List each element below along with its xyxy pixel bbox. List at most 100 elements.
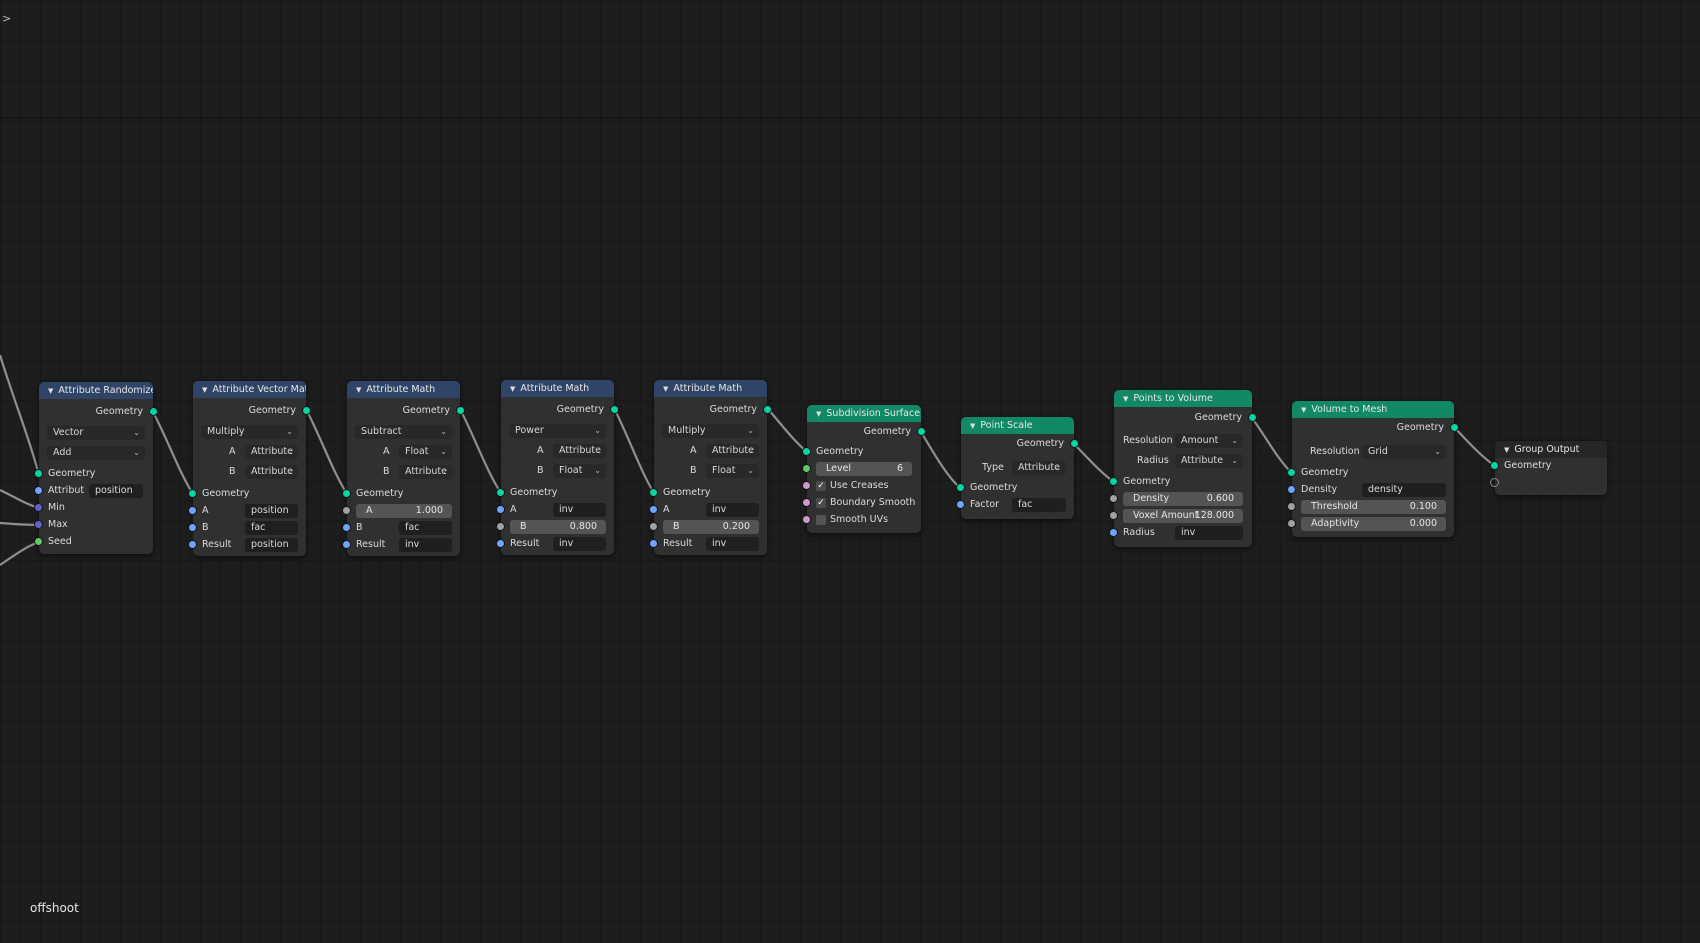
node-subdivision-surface[interactable]: ▼ Subdivision Surface Geometry Geometry L… — [802, 405, 926, 533]
collapse-icon[interactable]: ▼ — [202, 382, 207, 398]
output-geometry-socket[interactable] — [763, 405, 772, 414]
node-header[interactable]: ▼ Attribute Vector Math — [193, 381, 306, 398]
output-geometry-socket[interactable] — [610, 405, 619, 414]
radius-field[interactable]: inv — [1175, 526, 1243, 540]
input-geometry-socket[interactable] — [342, 489, 351, 498]
node-header[interactable]: ▼ Attribute Math — [347, 381, 460, 398]
output-geometry-socket[interactable] — [302, 406, 311, 415]
input-geometry-socket[interactable] — [34, 469, 43, 478]
level-socket[interactable] — [802, 464, 811, 473]
input-geometry-socket[interactable] — [1287, 468, 1296, 477]
a-type-dropdown[interactable]: Attribute ⌄ — [553, 444, 606, 458]
node-header[interactable]: ▼ Attribute Math — [501, 380, 614, 397]
node-attribute-randomize[interactable]: ▼ Attribute Randomize Geometry Vector ⌄ Ad… — [34, 382, 158, 554]
input-geometry-socket[interactable] — [649, 488, 658, 497]
result-field[interactable]: inv — [553, 537, 606, 551]
result-socket[interactable] — [342, 540, 351, 549]
result-field[interactable]: inv — [399, 538, 452, 552]
boundary-smooth-checkbox[interactable]: ✓ — [816, 498, 826, 508]
a-number-field[interactable]: A 1.000 — [356, 504, 452, 518]
node-attribute-math-multiply[interactable]: ▼ Attribute Math Geometry Multiply ⌄ A Attr… — [649, 380, 772, 555]
collapse-icon[interactable]: ▼ — [510, 381, 515, 397]
node-points-to-volume[interactable]: ▼ Points to Volume Geometry Resolution Amo… — [1109, 390, 1257, 547]
input-geometry-socket[interactable] — [188, 489, 197, 498]
min-socket[interactable] — [34, 503, 43, 512]
collapse-icon[interactable]: ▼ — [663, 381, 668, 397]
output-geometry-socket[interactable] — [149, 407, 158, 416]
collapse-icon[interactable]: ▼ — [1123, 391, 1128, 407]
output-geometry-socket[interactable] — [1248, 413, 1257, 422]
b-number-field[interactable]: B 0.200 — [663, 520, 759, 534]
b-type-dropdown[interactable]: Attribute ⌄ — [399, 465, 452, 479]
radius-mode-dropdown[interactable]: Attribute ⌄ — [1175, 454, 1243, 468]
resolution-dropdown[interactable]: Amount ⌄ — [1175, 434, 1243, 448]
type-dropdown[interactable]: Attribute ⌄ — [1012, 461, 1066, 475]
a-socket[interactable] — [188, 506, 197, 515]
use-creases-socket[interactable] — [802, 481, 811, 490]
output-geometry-socket[interactable] — [456, 406, 465, 415]
input-geometry-socket[interactable] — [1109, 477, 1118, 486]
operation-dropdown[interactable]: Add ⌄ — [47, 446, 145, 460]
a-field[interactable]: inv — [553, 503, 606, 517]
node-header[interactable]: ▼ Volume to Mesh — [1292, 401, 1454, 418]
output-geometry-socket[interactable] — [1070, 439, 1079, 448]
b-number-field[interactable]: B 0.800 — [510, 520, 606, 534]
smooth-uvs-socket[interactable] — [802, 515, 811, 524]
density-socket[interactable] — [1109, 494, 1118, 503]
input-geometry-socket[interactable] — [802, 447, 811, 456]
collapse-icon[interactable]: ▼ — [356, 382, 361, 398]
b-field[interactable]: fac — [245, 521, 298, 535]
output-geometry-socket[interactable] — [1450, 423, 1459, 432]
b-type-dropdown[interactable]: Float ⌄ — [706, 464, 759, 478]
data-type-dropdown[interactable]: Vector ⌄ — [47, 426, 145, 440]
result-socket[interactable] — [188, 540, 197, 549]
a-type-dropdown[interactable]: Attribute ⌄ — [706, 444, 759, 458]
result-field[interactable]: inv — [706, 537, 759, 551]
input-geometry-socket[interactable] — [956, 483, 965, 492]
node-header[interactable]: ▼ Group Output — [1495, 441, 1607, 458]
b-type-dropdown[interactable]: Float ⌄ — [553, 464, 606, 478]
b-socket[interactable] — [342, 523, 351, 532]
result-socket[interactable] — [649, 539, 658, 548]
voxel-amount-number-field[interactable]: Voxel Amount 128.000 — [1123, 509, 1243, 523]
operation-dropdown[interactable]: Multiply ⌄ — [201, 425, 298, 439]
a-socket[interactable] — [496, 505, 505, 514]
operation-dropdown[interactable]: Subtract ⌄ — [355, 425, 452, 439]
b-socket[interactable] — [188, 523, 197, 532]
b-socket[interactable] — [649, 522, 658, 531]
attribute-socket[interactable] — [34, 486, 43, 495]
smooth-uvs-checkbox[interactable] — [816, 515, 826, 525]
threshold-number-field[interactable]: Threshold 0.100 — [1301, 500, 1446, 514]
collapse-icon[interactable]: ▼ — [816, 406, 821, 422]
radius-socket[interactable] — [1109, 528, 1118, 537]
b-socket[interactable] — [496, 522, 505, 531]
use-creases-checkbox[interactable]: ✓ — [816, 481, 826, 491]
density-number-field[interactable]: Density 0.600 — [1123, 492, 1243, 506]
a-type-dropdown[interactable]: Attribute ⌄ — [245, 445, 298, 459]
b-type-dropdown[interactable]: Attribute ⌄ — [245, 465, 298, 479]
resolution-dropdown[interactable]: Grid ⌄ — [1362, 445, 1446, 459]
density-field[interactable]: density — [1362, 483, 1446, 497]
node-header[interactable]: ▼ Subdivision Surface — [807, 405, 921, 422]
node-group-output[interactable]: ▼ Group Output Geometry — [1490, 441, 1607, 495]
collapse-icon[interactable]: ▼ — [1504, 442, 1509, 458]
node-point-scale[interactable]: ▼ Point Scale Geometry Type Attribute ⌄ Geo… — [956, 417, 1079, 519]
collapse-icon[interactable]: ▼ — [48, 383, 53, 399]
threshold-socket[interactable] — [1287, 502, 1296, 511]
node-attribute-vector-math[interactable]: ▼ Attribute Vector Math Geometry Multiply… — [188, 381, 311, 556]
operation-dropdown[interactable]: Multiply ⌄ — [662, 424, 759, 438]
node-header[interactable]: ▼ Points to Volume — [1114, 390, 1252, 407]
boundary-smooth-socket[interactable] — [802, 498, 811, 507]
result-field[interactable]: position — [245, 538, 298, 552]
output-geometry-socket[interactable] — [917, 427, 926, 436]
node-header[interactable]: ▼ Attribute Randomize — [39, 382, 153, 399]
a-socket[interactable] — [342, 506, 351, 515]
node-attribute-math-subtract[interactable]: ▼ Attribute Math Geometry Subtract ⌄ A Floa… — [342, 381, 465, 556]
factor-field[interactable]: fac — [1012, 498, 1066, 512]
empty-input-socket[interactable] — [1490, 478, 1499, 487]
input-geometry-socket[interactable] — [496, 488, 505, 497]
seed-socket[interactable] — [34, 537, 43, 546]
adaptivity-socket[interactable] — [1287, 519, 1296, 528]
result-socket[interactable] — [496, 539, 505, 548]
b-field[interactable]: fac — [399, 521, 452, 535]
